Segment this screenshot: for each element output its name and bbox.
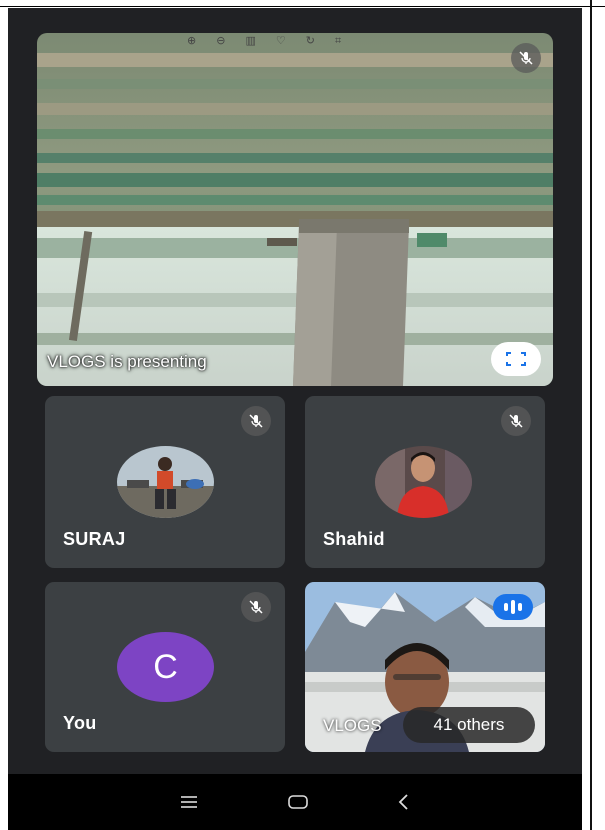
rotate-icon[interactable]: ↻ bbox=[306, 34, 315, 48]
image-toolbar: ⊕ ⊖ ▥ ♡ ↻ ⌗ bbox=[187, 33, 341, 49]
heart-icon[interactable]: ♡ bbox=[276, 34, 286, 48]
trash-icon[interactable]: ▥ bbox=[245, 34, 255, 48]
participant-name: VLOGS bbox=[323, 716, 382, 735]
participant-name: SURAJ bbox=[63, 529, 126, 549]
participant-tile-shahid[interactable]: Shahid bbox=[305, 396, 545, 568]
system-navigation-bar bbox=[8, 774, 582, 830]
fullscreen-button[interactable] bbox=[491, 342, 541, 376]
avatar bbox=[117, 446, 214, 518]
fullscreen-icon bbox=[506, 352, 526, 366]
mic-off-icon bbox=[501, 406, 531, 436]
participant-tile-suraj[interactable]: SURAJ bbox=[45, 396, 285, 568]
mic-off-icon bbox=[241, 592, 271, 622]
speaking-indicator-icon bbox=[493, 594, 533, 620]
recent-apps-icon[interactable] bbox=[179, 795, 199, 809]
back-icon[interactable] bbox=[397, 793, 411, 811]
mic-off-icon bbox=[241, 406, 271, 436]
zoom-out-icon[interactable]: ⊖ bbox=[216, 34, 225, 48]
meet-screen: ⊕ ⊖ ▥ ♡ ↻ ⌗ VLOGS is presenting SURAJ Sh… bbox=[8, 8, 582, 830]
avatar bbox=[375, 446, 472, 518]
presenting-label: VLOGS is presenting bbox=[47, 352, 207, 371]
home-icon[interactable] bbox=[287, 794, 309, 810]
avatar: C bbox=[117, 632, 214, 702]
right-border bbox=[590, 0, 592, 830]
participant-name: You bbox=[63, 713, 97, 733]
others-count-button[interactable]: 41 others bbox=[403, 707, 535, 743]
participant-tile-vlogs[interactable]: VLOGS 41 others bbox=[305, 582, 545, 752]
zoom-in-icon[interactable]: ⊕ bbox=[187, 34, 196, 48]
participant-name: Shahid bbox=[323, 529, 385, 549]
mic-off-icon bbox=[511, 43, 541, 73]
participant-tile-you[interactable]: C You bbox=[45, 582, 285, 752]
top-border bbox=[0, 6, 605, 7]
presentation-image bbox=[37, 33, 553, 386]
crop-icon[interactable]: ⌗ bbox=[335, 34, 341, 48]
presentation-tile[interactable]: ⊕ ⊖ ▥ ♡ ↻ ⌗ VLOGS is presenting bbox=[37, 33, 553, 386]
